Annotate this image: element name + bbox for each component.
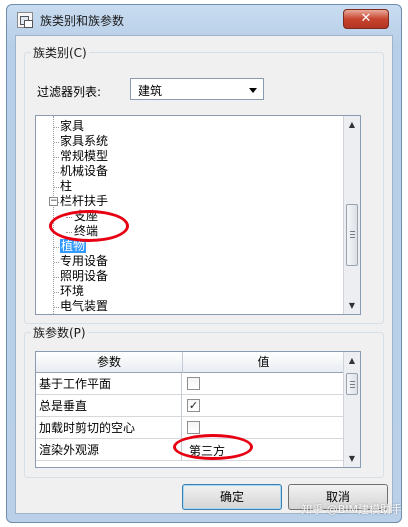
tree-item[interactable]: 栏杆扶手 bbox=[60, 194, 108, 209]
tree-connector bbox=[54, 187, 59, 188]
app-icon bbox=[17, 12, 33, 28]
checkbox-unchecked[interactable] bbox=[187, 421, 200, 434]
tree-item-label: 电气装置 bbox=[60, 299, 109, 313]
scroll-thumb[interactable] bbox=[346, 373, 358, 395]
param-value[interactable]: ✓ bbox=[183, 395, 345, 417]
tree-item[interactable]: 专用设备 bbox=[60, 254, 108, 269]
scroll-down-icon[interactable]: ▼ bbox=[344, 297, 360, 314]
tree-item-label: 柱 bbox=[60, 179, 73, 193]
ok-button[interactable]: 确定 bbox=[182, 484, 282, 510]
tree-item[interactable]: 家具系统 bbox=[60, 134, 108, 149]
param-name: 基于工作平面 bbox=[36, 373, 182, 395]
tree-item[interactable]: 环境 bbox=[60, 284, 84, 299]
tree-item-label: 机械设备 bbox=[60, 164, 109, 178]
table-row[interactable]: 基于工作平面 bbox=[36, 373, 345, 395]
param-name: 总是垂直 bbox=[36, 395, 182, 417]
tree-item-label: 家具 bbox=[60, 119, 85, 133]
window-title: 族类别和族参数 bbox=[40, 14, 125, 28]
title-bar: 族类别和族参数 ✕ bbox=[7, 5, 401, 35]
tree-item-label: 照明设备 bbox=[60, 269, 109, 283]
tree-item[interactable]: 照明设备 bbox=[60, 269, 108, 284]
params-scrollbar[interactable]: ▲ ▼ bbox=[343, 352, 360, 467]
filter-dropdown-value: 建筑 bbox=[138, 84, 163, 98]
tree-guide-line bbox=[53, 116, 54, 314]
tree-item-label: 专用设备 bbox=[60, 254, 109, 268]
checkbox-unchecked[interactable] bbox=[187, 377, 200, 390]
tree-connector bbox=[54, 157, 59, 158]
collapse-icon[interactable]: − bbox=[49, 197, 58, 206]
tree-item[interactable]: 常规模型 bbox=[60, 149, 108, 164]
tree-item-label: 栏杆扶手 bbox=[60, 194, 109, 208]
filter-label: 过滤器列表: bbox=[37, 85, 102, 99]
filter-dropdown[interactable]: 建筑 bbox=[130, 78, 264, 100]
tree-connector bbox=[54, 292, 59, 293]
params-group-title: 族参数(P) bbox=[31, 324, 88, 341]
checkbox-checked[interactable]: ✓ bbox=[187, 399, 200, 412]
tree-connector bbox=[54, 307, 59, 308]
param-name: 加载时剪切的空心 bbox=[36, 417, 182, 439]
tree-item[interactable]: 电气装置 bbox=[60, 299, 108, 314]
column-header-param[interactable]: 参数 bbox=[36, 352, 183, 373]
category-group-title: 族类别(C) bbox=[31, 44, 89, 61]
param-value[interactable] bbox=[183, 373, 345, 395]
table-row[interactable]: 总是垂直 ✓ bbox=[36, 395, 345, 417]
tree-item[interactable]: 柱 bbox=[60, 179, 72, 194]
tree-item[interactable]: 家具 bbox=[60, 119, 84, 134]
param-name: 渲染外观源 bbox=[36, 439, 182, 461]
tree-connector bbox=[54, 247, 59, 248]
tree-connector bbox=[54, 127, 59, 128]
scroll-thumb[interactable] bbox=[346, 204, 358, 266]
watermark: 知乎 @BIM建模助手 bbox=[301, 503, 402, 516]
close-button[interactable]: ✕ bbox=[343, 9, 389, 29]
tree-connector bbox=[54, 172, 59, 173]
tree-scrollbar[interactable]: ▲ ▼ bbox=[343, 116, 360, 314]
scroll-down-icon[interactable]: ▼ bbox=[344, 450, 360, 467]
tree-connector bbox=[54, 277, 59, 278]
highlight-ellipse-plant bbox=[49, 210, 129, 242]
highlight-ellipse-render-source bbox=[173, 434, 253, 460]
scroll-up-icon[interactable]: ▲ bbox=[344, 116, 360, 133]
tree-item-label: 常规模型 bbox=[60, 149, 109, 163]
tree-connector bbox=[54, 142, 59, 143]
category-group: 族类别(C) 过滤器列表: 建筑 ▲ ▼ 家具 家具系统 常规模型 机械设备柱 − 栏杆扶… bbox=[24, 44, 384, 324]
tree-item-label: 家具系统 bbox=[60, 134, 109, 148]
column-header-value[interactable]: 值 bbox=[183, 352, 345, 373]
tree-item-label: 环境 bbox=[60, 284, 85, 298]
tree-connector bbox=[54, 262, 59, 263]
tree-item[interactable]: 机械设备 bbox=[60, 164, 108, 179]
scroll-up-icon[interactable]: ▲ bbox=[344, 352, 360, 369]
chevron-down-icon[interactable] bbox=[249, 88, 257, 93]
